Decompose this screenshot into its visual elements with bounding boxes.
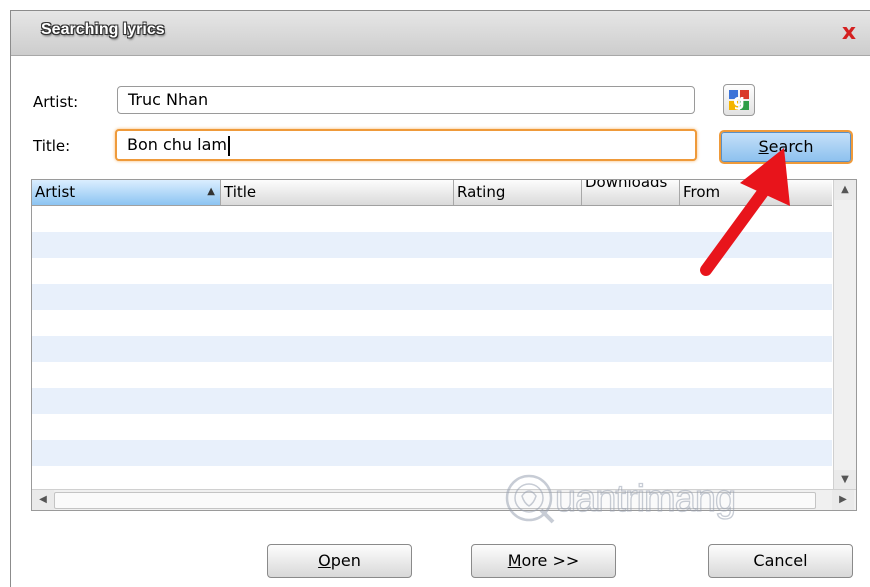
list-item bbox=[32, 362, 832, 388]
dialog-title: Searching lyrics bbox=[41, 21, 165, 38]
list-item bbox=[32, 258, 832, 284]
column-header-downloads[interactable]: Downloads bbox=[582, 180, 680, 205]
results-header: Artist ▲ Title Rating Downloads From bbox=[32, 180, 832, 206]
results-list[interactable]: Artist ▲ Title Rating Downloads From ▲ ▼… bbox=[31, 179, 857, 511]
artist-input[interactable]: Truc Nhan bbox=[117, 86, 695, 114]
scroll-up-icon[interactable]: ▲ bbox=[834, 180, 856, 200]
title-input[interactable]: Bon chu lam bbox=[115, 129, 697, 161]
column-header-artist[interactable]: Artist ▲ bbox=[32, 180, 221, 205]
title-input-value: Bon chu lam bbox=[127, 135, 227, 154]
sort-ascending-icon: ▲ bbox=[207, 186, 215, 197]
scroll-left-icon[interactable]: ◀ bbox=[32, 490, 54, 510]
column-header-title[interactable]: Title bbox=[221, 180, 454, 205]
cancel-button[interactable]: Cancel bbox=[708, 544, 853, 578]
search-button[interactable]: Search bbox=[719, 130, 853, 164]
list-item bbox=[32, 440, 832, 466]
list-item bbox=[32, 206, 832, 232]
list-item bbox=[32, 414, 832, 440]
google-icon: g bbox=[729, 90, 749, 110]
more-button-accelerator: M bbox=[507, 551, 522, 570]
column-header-rating-label: Rating bbox=[457, 183, 506, 201]
scroll-right-icon[interactable]: ▶ bbox=[832, 490, 854, 510]
list-item bbox=[32, 336, 832, 362]
list-item bbox=[32, 388, 832, 414]
open-button[interactable]: Open bbox=[267, 544, 412, 578]
text-caret bbox=[228, 135, 230, 156]
column-header-title-label: Title bbox=[224, 183, 257, 201]
vertical-scrollbar[interactable]: ▲ ▼ bbox=[833, 180, 856, 490]
search-button-accelerator: S bbox=[758, 137, 769, 156]
lyrics-search-dialog: Searching lyrics x Artist: Truc Nhan g T… bbox=[10, 10, 870, 587]
horizontal-scrollbar[interactable]: ◀ ▶ bbox=[32, 489, 856, 510]
close-icon[interactable]: x bbox=[837, 21, 861, 45]
title-bar[interactable]: Searching lyrics x bbox=[11, 11, 870, 56]
open-button-label: pen bbox=[330, 551, 361, 570]
title-label: Title: bbox=[33, 137, 71, 155]
scroll-down-icon[interactable]: ▼ bbox=[834, 470, 856, 490]
google-search-button[interactable]: g bbox=[723, 84, 755, 116]
column-header-from[interactable]: From bbox=[680, 180, 832, 205]
artist-input-value: Truc Nhan bbox=[128, 90, 209, 109]
column-header-rating[interactable]: Rating bbox=[454, 180, 582, 205]
column-header-from-label: From bbox=[683, 183, 721, 201]
artist-label: Artist: bbox=[33, 93, 79, 111]
results-rows bbox=[32, 206, 832, 492]
list-item bbox=[32, 284, 832, 310]
search-button-label: earch bbox=[768, 137, 814, 156]
more-button-label: ore >> bbox=[521, 551, 580, 570]
open-button-accelerator: O bbox=[318, 551, 331, 570]
column-header-downloads-label: Downloads bbox=[585, 180, 668, 191]
column-header-artist-label: Artist bbox=[35, 183, 76, 201]
list-item bbox=[32, 310, 832, 336]
more-button[interactable]: More >> bbox=[471, 544, 616, 578]
horizontal-scroll-thumb[interactable] bbox=[54, 492, 816, 509]
svg-text:g: g bbox=[733, 91, 744, 110]
list-item bbox=[32, 232, 832, 258]
cancel-button-label: Cancel bbox=[753, 551, 808, 570]
